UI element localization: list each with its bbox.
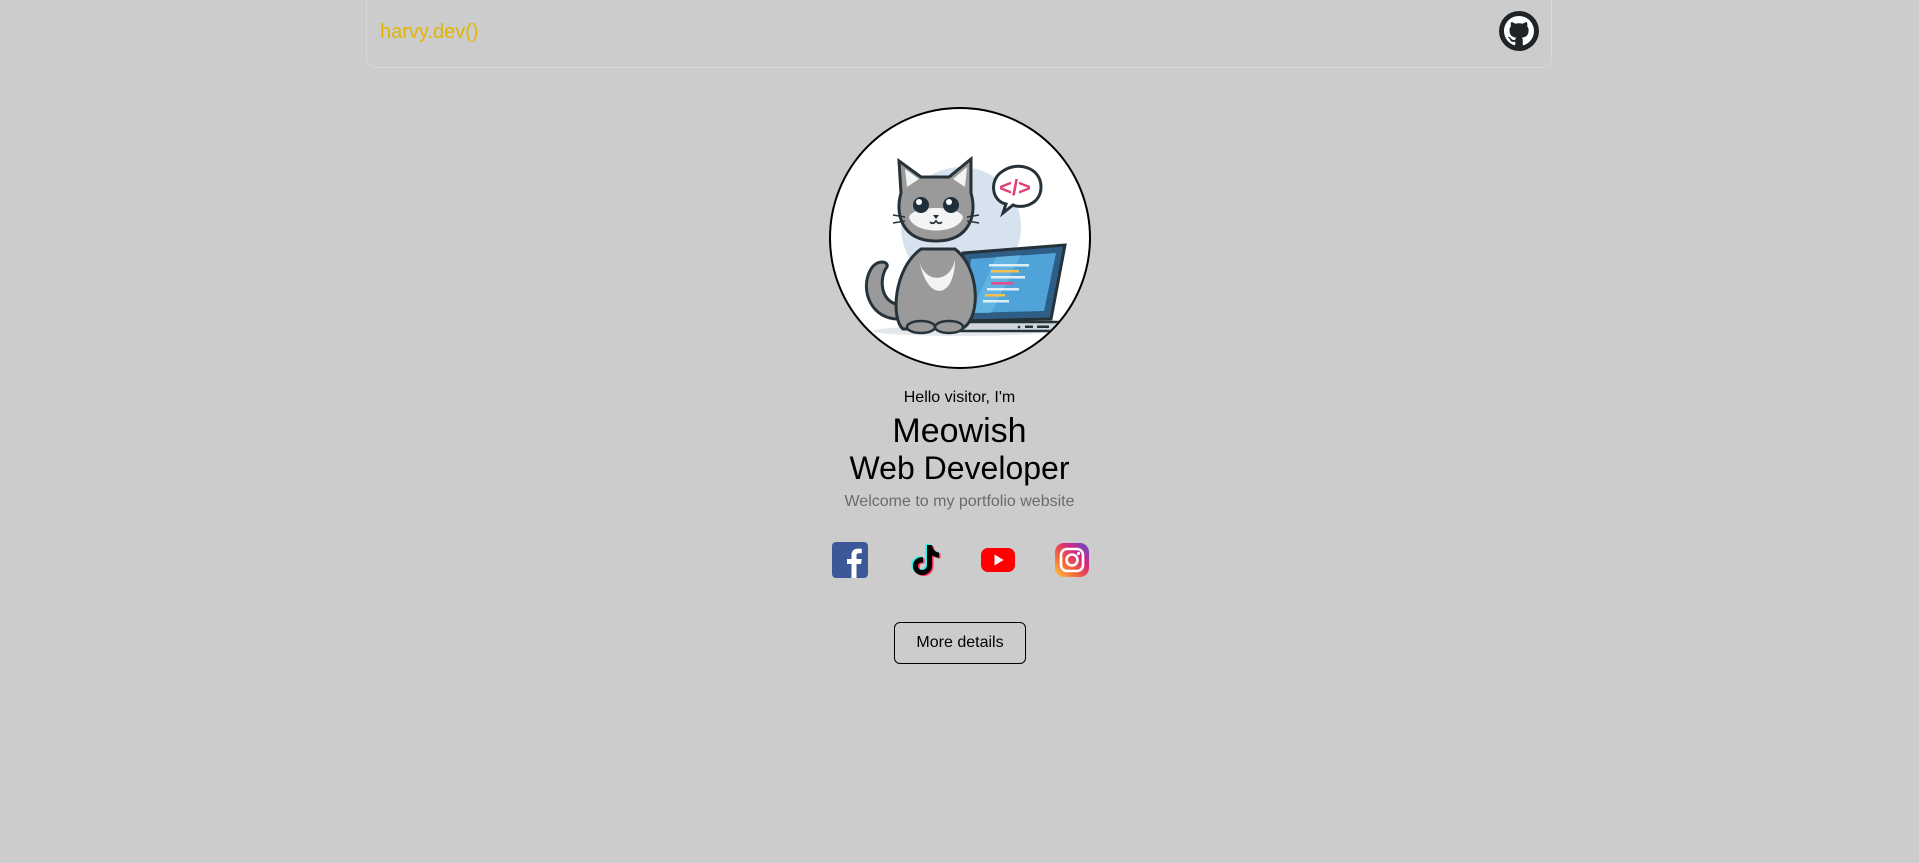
svg-text:</>: </> xyxy=(999,175,1031,200)
more-details-button[interactable]: More details xyxy=(894,622,1026,664)
youtube-icon-glyph xyxy=(981,548,1015,572)
social-links xyxy=(830,542,1090,578)
github-icon[interactable] xyxy=(1499,11,1539,51)
facebook-icon[interactable] xyxy=(832,542,868,578)
youtube-icon[interactable] xyxy=(980,542,1016,578)
instagram-icon[interactable] xyxy=(1054,542,1090,578)
brand-logo-link[interactable]: harvy.dev() xyxy=(380,21,479,44)
instagram-icon-glyph xyxy=(1055,543,1089,577)
cat-developer-illustration: </> xyxy=(865,155,1067,336)
welcome-text: Welcome to my portfolio website xyxy=(844,493,1075,510)
hero-name: Meowish xyxy=(892,412,1027,450)
navbar: harvy.dev() xyxy=(366,0,1552,68)
greeting-text: Hello visitor, I'm xyxy=(903,389,1016,406)
avatar: </> xyxy=(829,107,1091,369)
tiktok-icon[interactable] xyxy=(907,542,943,578)
tiktok-icon-glyph xyxy=(911,544,941,576)
hero-role: Web Developer xyxy=(849,450,1070,486)
facebook-icon-glyph xyxy=(832,542,868,578)
github-icon-glyph xyxy=(1504,16,1534,46)
